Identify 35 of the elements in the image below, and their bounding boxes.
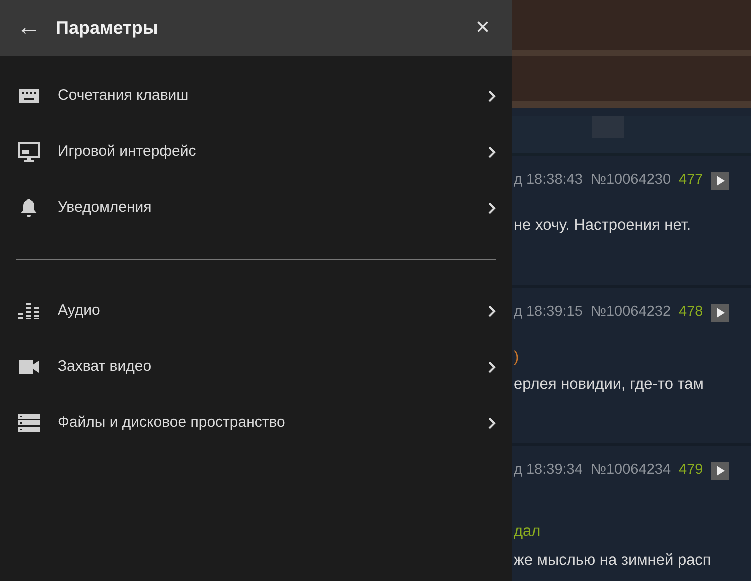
panel-title: Параметры <box>56 16 158 40</box>
chevron-right-icon <box>488 360 496 374</box>
camera-icon <box>18 360 40 374</box>
post-text: же мыслью на зимней расп <box>514 551 712 571</box>
post-text: дал <box>514 522 542 542</box>
post-number[interactable]: №10064230 <box>590 170 672 192</box>
storage-icon <box>18 414 40 432</box>
post-time: д 18:38:43 <box>514 171 583 190</box>
post-counter: 478 <box>679 303 704 322</box>
post-time: д 18:39:34 <box>514 461 583 480</box>
post-text: не хочу. Настроения нет. <box>514 216 692 236</box>
settings-item[interactable]: Захват видео <box>0 339 512 395</box>
settings-item[interactable]: Сочетания клавиш <box>0 68 512 124</box>
chevron-right-icon <box>488 304 496 318</box>
post-counter: 479 <box>679 461 704 480</box>
post-counter: 477 <box>679 171 704 190</box>
keyboard-icon <box>18 89 40 103</box>
post-time: д 18:39:15 <box>514 303 583 322</box>
chevron-right-icon <box>488 202 496 214</box>
monitor-icon <box>18 142 40 162</box>
back-button[interactable]: ← <box>16 16 42 40</box>
settings-item[interactable]: Уведомления <box>0 180 512 236</box>
settings-item[interactable]: Файлы и дисковое пространство <box>0 395 512 451</box>
post-number[interactable]: №10064232 <box>590 302 672 324</box>
chevron-right-icon <box>488 416 496 430</box>
post-text: ерлея новидии, где-то там <box>514 375 705 395</box>
settings-item[interactable]: Аудио <box>0 283 512 339</box>
chevron-right-icon <box>488 146 496 158</box>
post-number[interactable]: №10064234 <box>590 460 672 482</box>
chevron-right-icon <box>488 90 496 102</box>
equalizer-icon <box>18 302 40 320</box>
settings-item[interactable]: Игровой интерфейс <box>0 124 512 180</box>
bell-icon <box>18 198 40 218</box>
close-button[interactable]: × <box>470 16 496 40</box>
post-text: ) <box>514 348 520 368</box>
